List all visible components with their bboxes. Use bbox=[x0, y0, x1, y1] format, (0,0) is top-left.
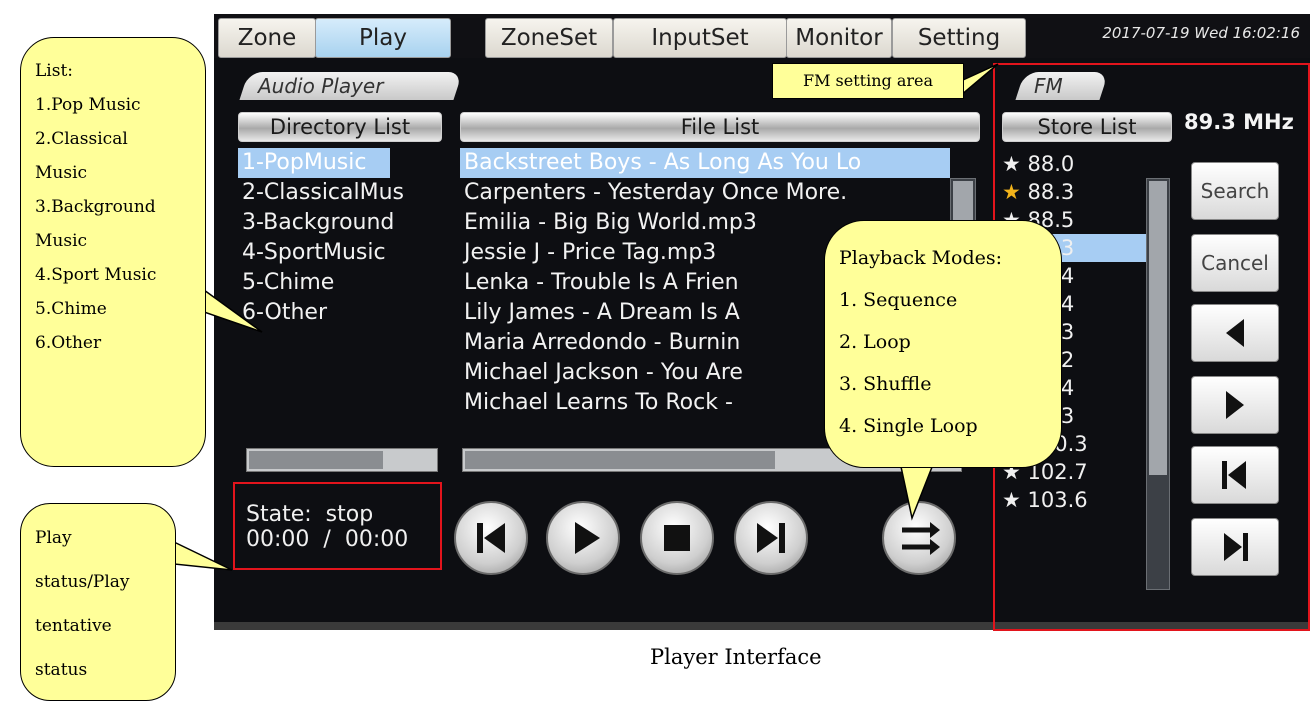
callout-line: status bbox=[35, 660, 88, 680]
callout-line: 3.Background bbox=[35, 197, 156, 217]
play-status-callout: Play status/Play tentative status bbox=[20, 503, 176, 701]
list-callout: List: 1.Pop Music 2.Classical Music 3.Ba… bbox=[20, 37, 206, 467]
figure-caption: Player Interface bbox=[650, 645, 822, 669]
callout-line: 6.Other bbox=[35, 333, 102, 353]
callout-line: Music bbox=[35, 231, 88, 251]
callout-line: 1.Pop Music bbox=[35, 95, 141, 115]
playback-modes-callout: Playback Modes: 1. Sequence 2. Loop 3. S… bbox=[824, 220, 1062, 468]
callout-line: Play bbox=[35, 528, 72, 548]
callout-line: List: bbox=[35, 61, 74, 81]
callout-line: 4. Single Loop bbox=[839, 415, 978, 437]
status-callout-pointer bbox=[173, 540, 233, 571]
callout-line: Music bbox=[35, 163, 88, 183]
callout-line: 1. Sequence bbox=[839, 289, 958, 311]
callout-line: 4.Sport Music bbox=[35, 265, 157, 285]
callout-line: status/Play bbox=[35, 572, 130, 592]
callout-line: tentative bbox=[35, 616, 112, 636]
playback-callout-pointer bbox=[899, 461, 936, 521]
callout-line: Playback Modes: bbox=[839, 247, 1003, 269]
list-callout-pointer bbox=[203, 288, 263, 333]
callout-line: 5.Chime bbox=[35, 299, 107, 319]
callout-line: 3. Shuffle bbox=[839, 373, 932, 395]
fm-area-callout: FM setting area bbox=[772, 63, 964, 99]
callout-line: 2. Loop bbox=[839, 331, 911, 353]
callout-line: 2.Classical bbox=[35, 129, 128, 149]
